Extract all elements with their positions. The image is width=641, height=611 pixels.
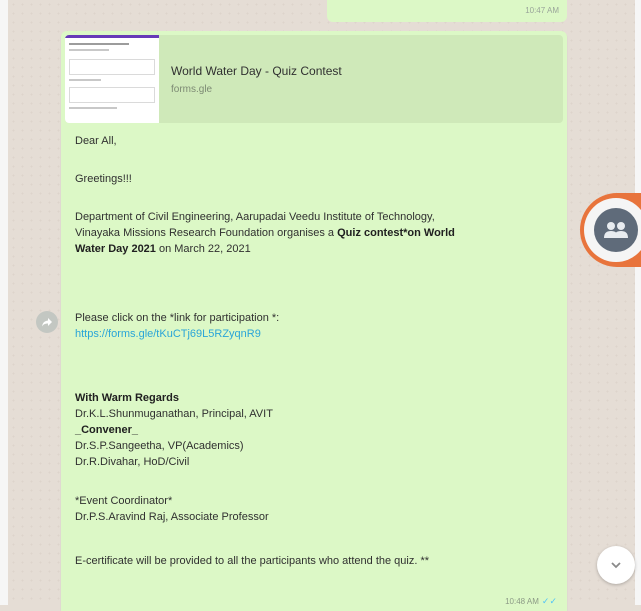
certificate-line: E-certificate will be provided to all th… (75, 555, 430, 567)
link-preview-title[interactable]: World Water Day - Quiz Contest (171, 64, 342, 78)
coordinator-label: *Event Coordinator* (75, 495, 173, 507)
paragraph-line-2: Vinayaka Missions Research Foundation or… (75, 225, 455, 241)
link-preview[interactable]: World Water Day - Quiz Contest forms.gle (65, 35, 563, 123)
vp-line: Dr.S.P.Sangeetha, VP(Academics) (75, 440, 244, 452)
paragraph-line-3: Water Day 2021 on March 22, 2021 (75, 241, 251, 257)
click-instruction: Please click on the *link for participat… (75, 312, 280, 324)
principal-line: Dr.K.L.Shunmuganathan, Principal, AVIT (75, 408, 273, 420)
hod-line: Dr.R.Divahar, HoD/Civil (75, 456, 190, 468)
bold-water-day: Water Day 2021 (75, 243, 156, 255)
forward-button[interactable] (36, 311, 58, 333)
link-preview-thumbnail (65, 35, 159, 123)
chevron-down-icon (611, 562, 621, 569)
greeting-line: Dear All, (75, 135, 117, 147)
message-timestamp: 10:48 AM ✓✓ (505, 596, 557, 607)
participation-link[interactable]: https://forms.gle/tKuCTj69L5RZyqnR9 (75, 326, 261, 342)
convener-heading: _Convener_ (75, 424, 138, 436)
paragraph-text: Vinayaka Missions Research Foundation or… (75, 227, 338, 239)
paragraph-line-1: Department of Civil Engineering, Aarupad… (75, 211, 435, 223)
greetings-line: Greetings!!! (75, 173, 132, 185)
link-preview-domain: forms.gle (171, 84, 213, 95)
paragraph-date: on March 22, 2021 (155, 243, 251, 255)
regards-heading: With Warm Regards (75, 392, 180, 404)
group-call-button[interactable] (584, 198, 641, 262)
people-icon (594, 208, 638, 252)
scroll-down-button[interactable] (597, 546, 635, 584)
left-edge (0, 0, 8, 605)
previous-message-bubble: 10:47 AM (327, 0, 567, 22)
forward-icon (42, 318, 52, 327)
previous-message-time: 10:47 AM (525, 6, 559, 15)
right-edge (635, 0, 641, 605)
message-bubble[interactable]: World Water Day - Quiz Contest forms.gle… (61, 31, 567, 611)
coordinator-line: Dr.P.S.Aravind Raj, Associate Professor (75, 511, 269, 523)
bold-quiz-contest: Quiz contest*on World (337, 227, 455, 239)
